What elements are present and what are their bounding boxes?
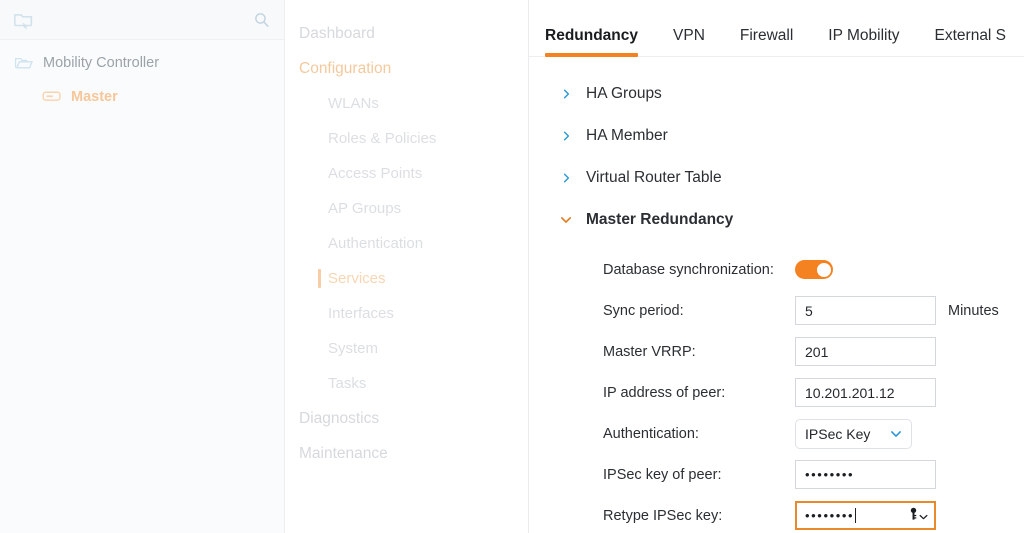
folder-cursor-icon[interactable] <box>13 9 35 31</box>
peer-ip-input[interactable] <box>795 378 936 407</box>
tab-label: Firewall <box>739 27 794 44</box>
nav-item-label: Authentication <box>328 235 424 252</box>
section-master-redundancy[interactable]: Master Redundancy <box>559 199 1024 241</box>
master-redundancy-form: Database synchronization: Sync period: M… <box>559 241 1024 533</box>
master-vrrp-label: Master VRRP: <box>603 343 696 360</box>
form-row-database-sync: Database synchronization: <box>603 249 1024 290</box>
nav-item-label: Diagnostics <box>299 409 380 427</box>
nav-item-services[interactable]: Services <box>285 261 528 296</box>
retype-ipsec-key-input[interactable]: •••••••• <box>795 501 936 530</box>
ipsec-key-input[interactable]: •••••••• <box>795 460 936 489</box>
tree-item-label: Master <box>71 89 118 105</box>
nav-item-dashboard[interactable]: Dashboard <box>285 16 528 51</box>
application-window: Mobility Controller Master Dashboard Con… <box>0 0 1024 533</box>
form-row-authentication: Authentication: IPSec Key <box>603 413 1024 454</box>
tab-label: External S <box>934 27 1007 44</box>
sync-period-label: Sync period: <box>603 302 684 319</box>
database-sync-toggle[interactable] <box>795 260 833 279</box>
device-panel: Mobility Controller Master <box>0 0 285 533</box>
nav-item-label: Dashboard <box>299 24 375 42</box>
ipsec-key-masked-value: •••••••• <box>805 467 855 482</box>
nav-item-label: AP Groups <box>328 200 402 217</box>
device-panel-toolbar <box>0 0 284 40</box>
nav-item-diagnostics[interactable]: Diagnostics <box>285 401 528 436</box>
chevron-down-icon <box>919 508 928 524</box>
tab-redundancy[interactable]: Redundancy <box>545 27 639 57</box>
nav-item-label: Maintenance <box>299 444 388 462</box>
sync-period-unit: Minutes <box>948 302 999 319</box>
form-row-retype-ipsec-key: Retype IPSec key: •••••••• <box>603 495 1024 533</box>
nav-item-tasks[interactable]: Tasks <box>285 366 528 401</box>
retype-ipsec-key-label: Retype IPSec key: <box>603 507 723 524</box>
nav-item-label: Roles & Policies <box>328 130 437 147</box>
tab-ip-mobility[interactable]: IP Mobility <box>828 27 899 56</box>
section-ha-groups[interactable]: HA Groups <box>559 73 1024 115</box>
authentication-select[interactable]: IPSec Key <box>795 418 912 449</box>
nav-item-ap-groups[interactable]: AP Groups <box>285 191 528 226</box>
tab-label: IP Mobility <box>828 27 900 44</box>
section-label: HA Groups <box>586 85 662 102</box>
nav-item-label: Interfaces <box>328 305 394 322</box>
form-row-ipsec-key: IPSec key of peer: •••••••• <box>603 454 1024 495</box>
toggle-knob <box>815 261 832 278</box>
nav-item-label: WLANs <box>328 95 379 112</box>
authentication-selected-value: IPSec Key <box>805 425 871 442</box>
retype-ipsec-key-masked-value: •••••••• <box>805 508 855 523</box>
tree-item-mobility-controller[interactable]: Mobility Controller <box>0 46 284 80</box>
active-indicator-bar <box>318 269 321 288</box>
chevron-right-icon <box>559 130 573 142</box>
nav-item-authentication[interactable]: Authentication <box>285 226 528 261</box>
tab-vpn[interactable]: VPN <box>673 27 705 56</box>
section-ha-member[interactable]: HA Member <box>559 115 1024 157</box>
tab-label: VPN <box>673 27 705 44</box>
tree-item-master[interactable]: Master <box>0 80 284 114</box>
form-row-sync-period: Sync period: Minutes <box>603 290 1024 331</box>
chevron-down-icon <box>890 426 902 442</box>
chevron-down-icon <box>559 215 573 225</box>
search-icon[interactable] <box>253 11 270 28</box>
accordion-sections: HA Groups HA Member Virtual Router Table <box>529 57 1024 533</box>
nav-item-label: Tasks <box>328 375 367 392</box>
section-label: Master Redundancy <box>586 211 734 228</box>
nav-item-wlans[interactable]: WLANs <box>285 86 528 121</box>
master-vrrp-input[interactable] <box>795 337 936 366</box>
nav-item-system[interactable]: System <box>285 331 528 366</box>
nav-item-label: System <box>328 340 379 357</box>
section-label: HA Member <box>586 127 668 144</box>
tab-label: Redundancy <box>545 27 639 44</box>
nav-item-label: Services <box>328 270 386 287</box>
sync-period-input[interactable] <box>795 296 936 325</box>
text-cursor <box>855 508 857 523</box>
peer-ip-label: IP address of peer: <box>603 384 726 401</box>
device-tree: Mobility Controller Master <box>0 40 284 114</box>
ipsec-key-label: IPSec key of peer: <box>603 466 722 483</box>
password-manager-affordance[interactable] <box>909 507 928 524</box>
section-virtual-router-table[interactable]: Virtual Router Table <box>559 157 1024 199</box>
form-row-peer-ip: IP address of peer: <box>603 372 1024 413</box>
authentication-label: Authentication: <box>603 425 699 442</box>
form-row-master-vrrp: Master VRRP: <box>603 331 1024 372</box>
tab-firewall[interactable]: Firewall <box>740 27 793 56</box>
nav-item-configuration[interactable]: Configuration <box>285 51 528 86</box>
main-content: Redundancy VPN Firewall IP Mobility Exte… <box>529 0 1024 533</box>
nav-item-interfaces[interactable]: Interfaces <box>285 296 528 331</box>
controller-device-icon <box>42 89 62 105</box>
tree-item-label: Mobility Controller <box>43 55 160 71</box>
database-sync-label: Database synchronization: <box>603 261 774 278</box>
nav-item-label: Configuration <box>299 59 392 77</box>
key-icon <box>909 507 918 524</box>
tab-external-services[interactable]: External S <box>935 27 1007 56</box>
folder-open-icon <box>14 55 34 71</box>
chevron-right-icon <box>559 172 573 184</box>
section-label: Virtual Router Table <box>586 169 722 186</box>
tab-bar: Redundancy VPN Firewall IP Mobility Exte… <box>529 0 1024 57</box>
chevron-right-icon <box>559 88 573 100</box>
nav-item-maintenance[interactable]: Maintenance <box>285 436 528 471</box>
nav-item-label: Access Points <box>328 165 423 182</box>
nav-item-roles-policies[interactable]: Roles & Policies <box>285 121 528 156</box>
nav-item-access-points[interactable]: Access Points <box>285 156 528 191</box>
navigation-menu: Dashboard Configuration WLANs Roles & Po… <box>285 0 529 533</box>
